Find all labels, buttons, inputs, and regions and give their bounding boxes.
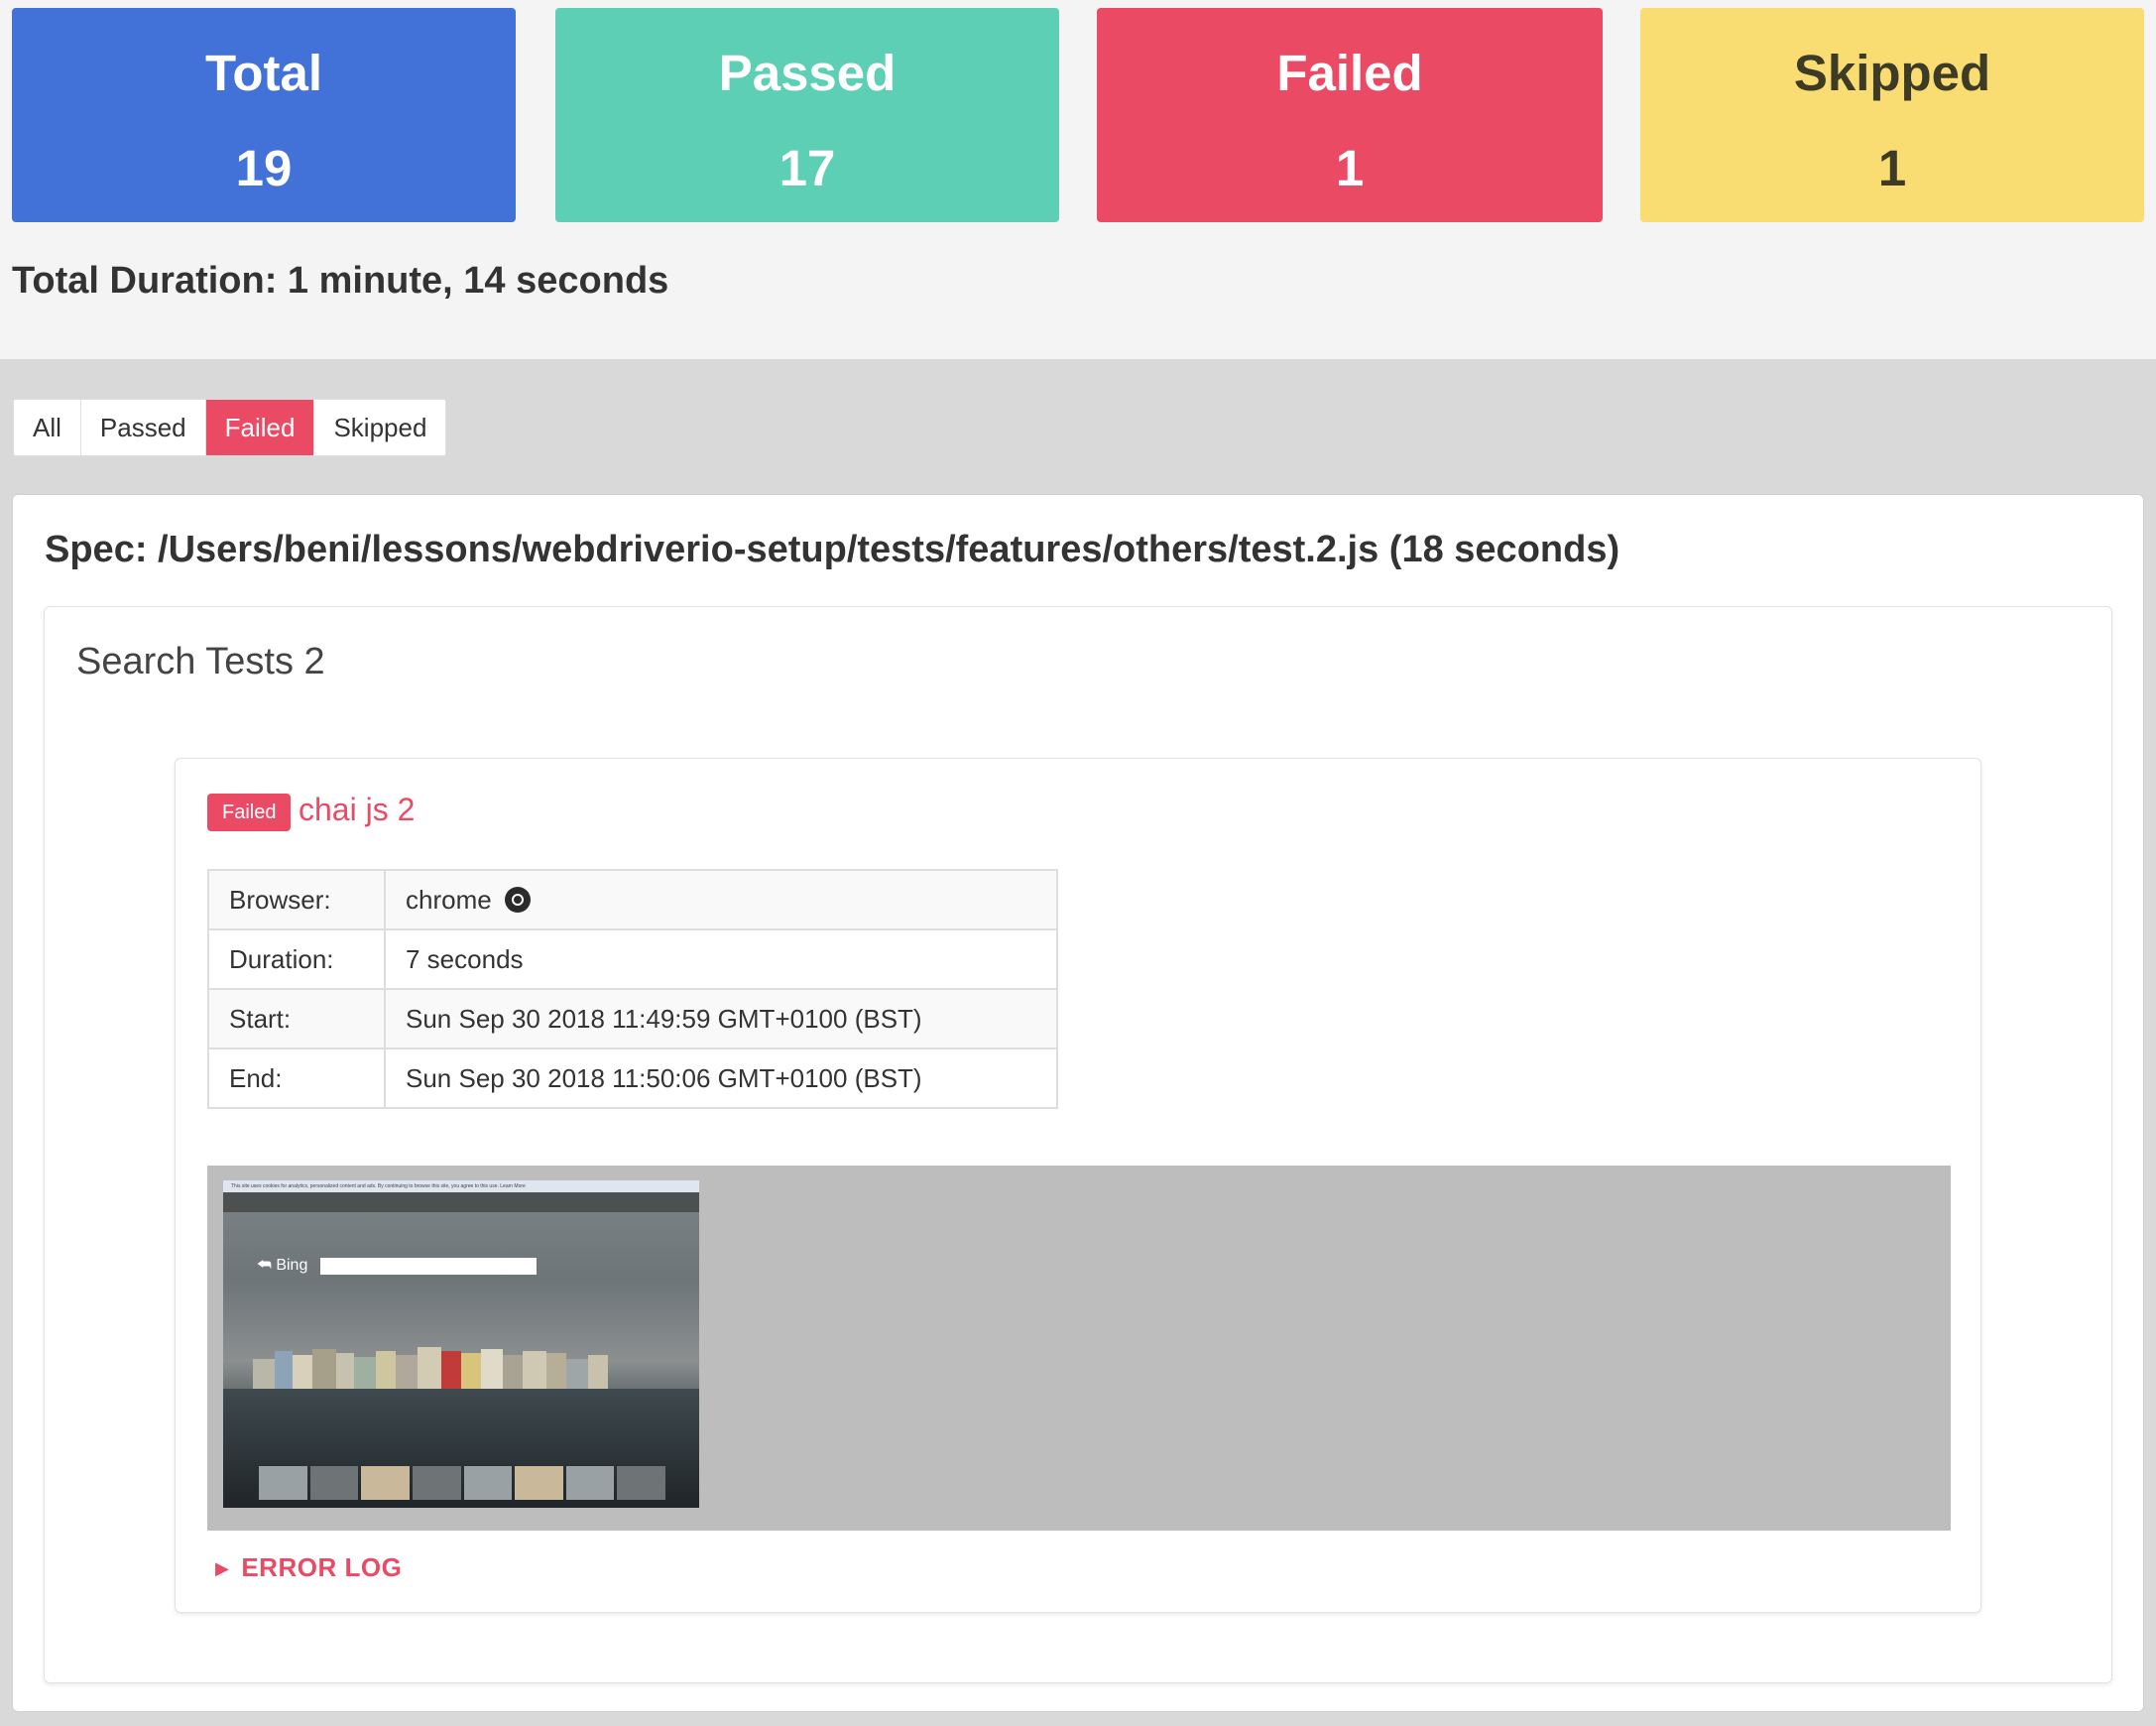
- test-card: Failed chai js 2 Browser: chrome Duratio…: [175, 758, 1981, 1613]
- suite-title: Search Tests 2: [76, 641, 325, 682]
- start-value: Sun Sep 30 2018 11:49:59 GMT+0100 (BST): [384, 988, 1058, 1049]
- screenshot-news-strip: [259, 1466, 665, 1500]
- filter-all-button[interactable]: All: [14, 400, 81, 455]
- spec-title: Spec: /Users/beni/lessons/webdriverio-se…: [45, 529, 1620, 570]
- duration-value: 7 seconds: [384, 928, 1058, 990]
- end-label: End:: [207, 1048, 386, 1109]
- browser-value-cell: chrome: [384, 869, 1058, 930]
- passed-card-label: Passed: [718, 45, 897, 101]
- end-value: Sun Sep 30 2018 11:50:06 GMT+0100 (BST): [384, 1048, 1058, 1109]
- filter-skipped-button[interactable]: Skipped: [314, 400, 446, 455]
- total-card-label: Total: [204, 45, 323, 101]
- table-row: Start: Sun Sep 30 2018 11:49:59 GMT+0100…: [207, 988, 1058, 1049]
- test-name: chai js 2: [299, 792, 416, 827]
- results-section: All Passed Failed Skipped Spec: /Users/b…: [0, 359, 2156, 1726]
- skipped-card-value: 1: [1877, 140, 1907, 196]
- error-log-label: ERROR LOG: [241, 1552, 403, 1582]
- cookie-notice: This site uses cookies for analytics, pe…: [223, 1180, 699, 1192]
- chrome-icon: [504, 886, 531, 913]
- duration-label: Duration:: [207, 928, 386, 990]
- browser-value: chrome: [406, 884, 492, 915]
- filter-button-group: All Passed Failed Skipped: [13, 399, 447, 456]
- screenshot-container: This site uses cookies for analytics, pe…: [207, 1166, 1951, 1531]
- total-card: Total 19: [12, 8, 516, 222]
- failed-card: Failed 1: [1097, 8, 1603, 222]
- failed-card-value: 1: [1335, 140, 1365, 196]
- bing-logo-text: Bing: [276, 1257, 308, 1274]
- triangle-right-icon: ▶: [215, 1558, 230, 1578]
- skipped-card-label: Skipped: [1793, 45, 1991, 101]
- bing-logo: ⮪ Bing: [257, 1257, 308, 1274]
- skipped-card: Skipped 1: [1640, 8, 2144, 222]
- passed-card-value: 17: [779, 140, 836, 196]
- spec-panel: Spec: /Users/beni/lessons/webdriverio-se…: [12, 494, 2144, 1712]
- error-log-toggle[interactable]: ▶ ERROR LOG: [215, 1550, 402, 1585]
- screenshot-thumbnail[interactable]: This site uses cookies for analytics, pe…: [223, 1180, 699, 1508]
- screenshot-nav-bar: [223, 1192, 699, 1212]
- table-row: Duration: 7 seconds: [207, 928, 1058, 990]
- summary-section: Total 19 Passed 17 Failed 1 Skipped 1 To…: [0, 0, 2156, 359]
- filter-passed-button[interactable]: Passed: [80, 400, 206, 455]
- total-duration: Total Duration: 1 minute, 14 seconds: [12, 260, 669, 302]
- passed-card: Passed 17: [555, 8, 1059, 222]
- table-row: Browser: chrome: [207, 869, 1058, 930]
- failed-card-label: Failed: [1276, 45, 1423, 101]
- total-card-value: 19: [235, 140, 293, 196]
- test-details-table: Browser: chrome Duration: 7 seconds Star…: [207, 869, 1058, 1109]
- filter-failed-button[interactable]: Failed: [205, 400, 315, 455]
- table-row: End: Sun Sep 30 2018 11:50:06 GMT+0100 (…: [207, 1048, 1058, 1109]
- start-label: Start:: [207, 988, 386, 1049]
- browser-label: Browser:: [207, 869, 386, 930]
- screenshot-search-box: [320, 1258, 537, 1275]
- screenshot-houses: [223, 1341, 699, 1389]
- suite-panel: Search Tests 2 Failed chai js 2 Browser:…: [44, 606, 2112, 1683]
- status-badge: Failed: [207, 794, 292, 831]
